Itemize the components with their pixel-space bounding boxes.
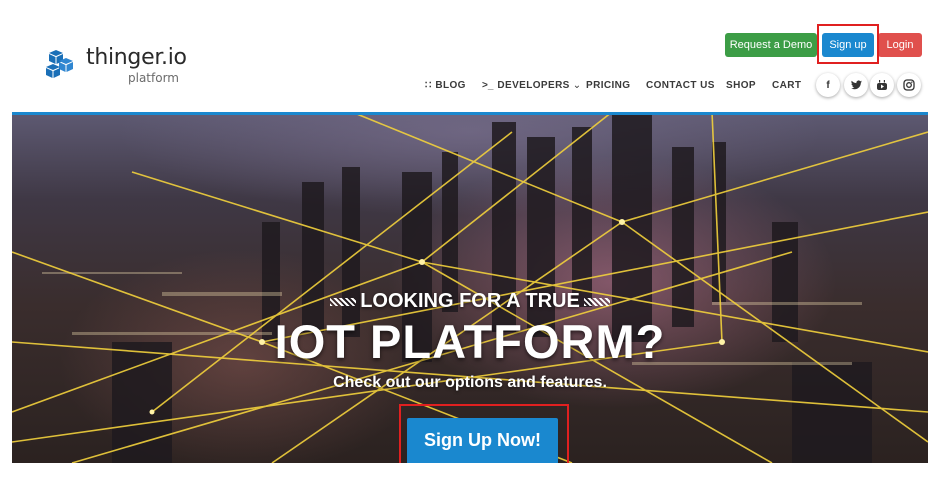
rss-icon: ∷ <box>425 79 432 91</box>
nav-label: CART <box>772 79 802 91</box>
nav-item-pricing[interactable]: PRICING <box>586 78 630 92</box>
nav-item-shop[interactable]: SHOP <box>726 78 756 92</box>
hero-title: IOT PLATFORM? <box>274 315 666 368</box>
hero-accent-bar <box>12 112 928 115</box>
instagram-glyph-icon <box>903 79 915 91</box>
request-demo-button[interactable]: Request a Demo <box>725 33 817 57</box>
terminal-icon: >_ <box>482 79 494 91</box>
login-button[interactable]: Login <box>878 33 922 57</box>
hero-kicker: LOOKING FOR A TRUE <box>12 290 928 313</box>
nav-label: SHOP <box>726 79 756 91</box>
stripe-decoration <box>583 297 610 306</box>
nav-label: DEVELOPERS <box>497 79 570 91</box>
nav-item-blog[interactable]: ∷ BLOG <box>425 78 466 92</box>
twitter-icon[interactable] <box>844 73 868 97</box>
nav-item-cart[interactable]: CART <box>772 78 801 92</box>
nav-label: PRICING <box>586 79 631 91</box>
instagram-icon[interactable] <box>897 73 921 97</box>
nav-item-developers[interactable]: >_ DEVELOPERS ⌄ <box>482 78 581 92</box>
twitter-bird-icon <box>850 80 862 90</box>
youtube-icon[interactable] <box>870 73 894 97</box>
site-header: thinger.io platform Request a Demo Sign … <box>0 0 940 112</box>
sign-up-highlight-box <box>817 24 879 64</box>
nav-label: CONTACT US <box>646 79 715 91</box>
thinger-logo[interactable]: thinger.io platform <box>46 44 196 86</box>
logo-subtitle: platform <box>128 71 179 85</box>
logo-wordmark: thinger.io <box>86 45 187 70</box>
cubes-logo-icon <box>46 50 73 78</box>
facebook-icon[interactable]: f <box>816 73 840 97</box>
youtube-glyph-icon <box>877 80 887 90</box>
chevron-down-icon: ⌄ <box>572 79 582 91</box>
hero-subtitle: Check out our options and features. <box>333 374 607 391</box>
nav-label: BLOG <box>435 79 466 91</box>
cta-highlight-box <box>399 404 569 463</box>
nav-item-contact-us[interactable]: CONTACT US <box>646 78 715 92</box>
hero-kicker-text: LOOKING FOR A TRUE <box>360 290 580 312</box>
stripe-decoration <box>330 297 357 306</box>
hero-banner: LOOKING FOR A TRUE IOT PLATFORM? Check o… <box>12 112 928 463</box>
